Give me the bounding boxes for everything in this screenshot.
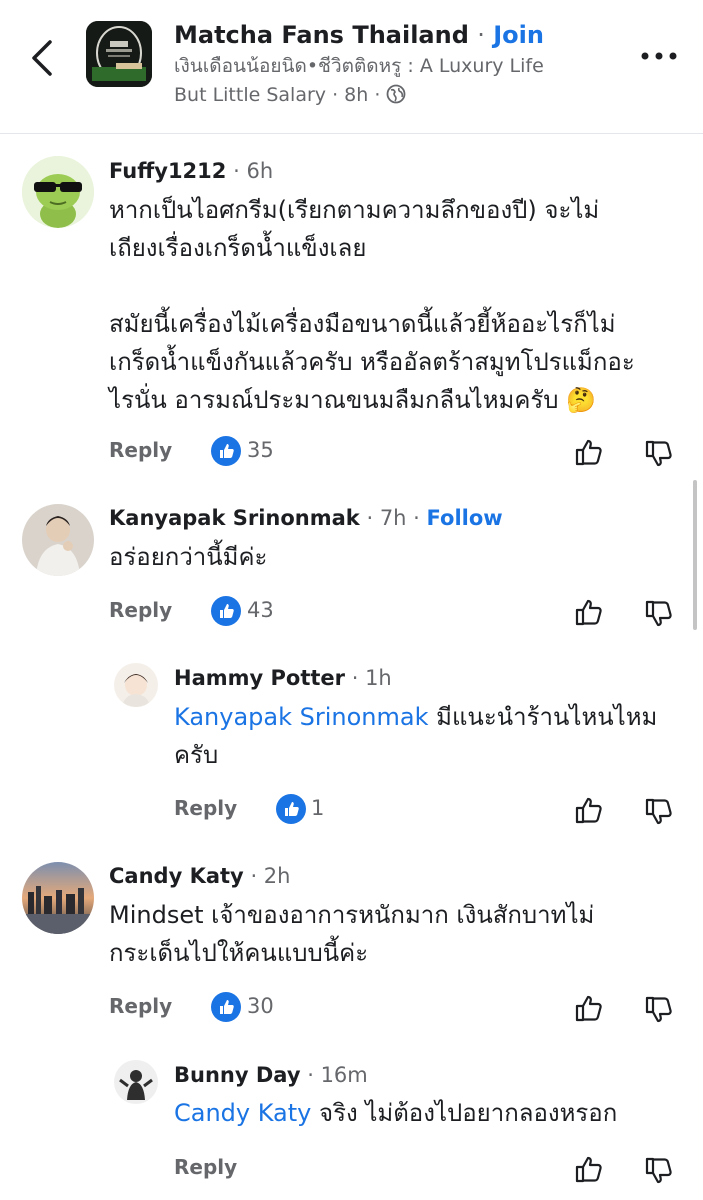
- group-title-line: Matcha Fans Thailand · Join: [174, 18, 614, 52]
- comment-line: เกร็ดน้ำแข็งกันแล้วครับ หรืออัลตร้าสมูทโ…: [109, 348, 635, 376]
- comment-text: Kanyapak Srinonmak มีแนะนำร้านไหนไหม ครั…: [174, 698, 657, 774]
- header-text: Matcha Fans Thailand · Join เงินเดือนน้อ…: [174, 18, 614, 110]
- comment-line: เถียงเรื่องเกร็ดน้ำแข็งเลย: [109, 234, 367, 262]
- comment-line-text: มีแนะนำร้านไหนไหม: [436, 703, 658, 731]
- avatar[interactable]: [114, 1060, 158, 1104]
- comment-author-line: Kanyapak Srinonmak · 7h · Follow: [109, 506, 503, 530]
- reply-button[interactable]: Reply: [174, 1155, 237, 1179]
- comment-text: อร่อยกว่านี้มีค่ะ: [109, 538, 267, 576]
- thumbs-up-icon[interactable]: [573, 992, 605, 1024]
- comment-author-line: Hammy Potter · 1h: [174, 666, 392, 690]
- comment-line: อร่อยกว่านี้มีค่ะ: [109, 543, 268, 571]
- avatar[interactable]: [22, 504, 94, 576]
- reply-button[interactable]: Reply: [109, 598, 172, 622]
- post-meta-line: But Little Salary · 8h ·: [174, 81, 614, 110]
- thumbs-up-icon[interactable]: [573, 596, 605, 628]
- avatar[interactable]: [114, 663, 158, 707]
- comment-time: 1h: [365, 666, 392, 690]
- comment-time: 2h: [263, 864, 291, 888]
- like-reaction-icon[interactable]: [211, 992, 241, 1022]
- join-button[interactable]: Join: [493, 21, 544, 49]
- comment-text: Candy Katy จริง ไม่ต้องไปอยากลองหรอก: [174, 1094, 617, 1132]
- chevron-left-icon[interactable]: [26, 38, 60, 78]
- comment-line: Kanyapak Srinonmak มีแนะนำร้านไหนไหม: [174, 698, 657, 736]
- like-reaction-icon[interactable]: [276, 794, 306, 824]
- comment-line: ไรนั่น อารมณ์ประมาณขนมลืมกลืนไหมครับ 🤔: [109, 381, 635, 419]
- comment-line: ครับ: [174, 741, 219, 769]
- thumbs-down-icon[interactable]: [643, 994, 675, 1026]
- mention-link[interactable]: Kanyapak Srinonmak: [174, 703, 428, 731]
- thumbs-up-icon[interactable]: [573, 436, 605, 468]
- follow-button[interactable]: Follow: [427, 506, 503, 530]
- post-author-name[interactable]: เงินเดือนน้อยนิด•ชีวิตติดหรู : A Luxury …: [174, 55, 544, 77]
- separator: ·: [332, 84, 339, 106]
- comment-time: 16m: [320, 1063, 368, 1087]
- like-reaction-icon[interactable]: [211, 436, 241, 466]
- avatar[interactable]: [22, 156, 94, 228]
- comment-line-text: ไรนั่น อารมณ์ประมาณขนมลืมกลืนไหมครับ: [109, 386, 559, 414]
- comment-author[interactable]: Fuffy1212: [109, 159, 226, 183]
- comment-line-text: จริง ไม่ต้องไปอยากลองหรอก: [319, 1099, 618, 1127]
- comment-actions: Reply 1: [0, 794, 703, 828]
- comment-time: 6h: [246, 159, 274, 183]
- comment-line: Candy Katy จริง ไม่ต้องไปอยากลองหรอก: [174, 1094, 617, 1132]
- comment-author[interactable]: Candy Katy: [109, 864, 244, 888]
- comment-author[interactable]: Kanyapak Srinonmak: [109, 506, 360, 530]
- thumbs-down-icon[interactable]: [643, 438, 675, 470]
- comment-author-line: Fuffy1212 · 6h: [109, 159, 274, 183]
- group-name[interactable]: Matcha Fans Thailand: [174, 21, 469, 49]
- comment-line: หากเป็นไอศกรีม(เรียกตามความลึกของปี) จะไ…: [109, 196, 600, 224]
- comment-author-line: Candy Katy · 2h: [109, 864, 291, 888]
- comment-author[interactable]: Bunny Day: [174, 1063, 301, 1087]
- more-horizontal-icon[interactable]: [639, 46, 679, 66]
- group-avatar[interactable]: [86, 21, 152, 87]
- comment-actions: Reply 43: [0, 596, 703, 630]
- separator: ·: [374, 84, 381, 106]
- reply-button[interactable]: Reply: [174, 796, 237, 820]
- post-author-line: เงินเดือนน้อยนิด•ชีวิตติดหรู : A Luxury …: [174, 52, 614, 81]
- comment-line: Mindset เจ้าของอาการหนักมาก เงินสักบาทไม…: [109, 901, 595, 929]
- globe-icon: [387, 84, 406, 104]
- post-header: Matcha Fans Thailand · Join เงินเดือนน้อ…: [0, 0, 703, 134]
- mention-link[interactable]: Candy Katy: [174, 1099, 311, 1127]
- like-reaction-icon[interactable]: [211, 596, 241, 626]
- comment-text: หากเป็นไอศกรีม(เรียกตามความลึกของปี) จะไ…: [109, 191, 635, 419]
- comment-text: Mindset เจ้าของอาการหนักมาก เงินสักบาทไม…: [109, 896, 594, 972]
- thumbs-up-icon[interactable]: [573, 794, 605, 826]
- like-count: 30: [247, 994, 274, 1018]
- separator: ·: [477, 21, 485, 49]
- post-author-name-cont[interactable]: But Little Salary: [174, 84, 326, 106]
- avatar[interactable]: [22, 862, 94, 934]
- comment-line: [109, 267, 635, 305]
- like-count: 1: [311, 796, 325, 820]
- thinking-emoji-icon: 🤔: [566, 386, 597, 414]
- comment-time: 7h: [379, 506, 407, 530]
- comment-line: สมัยนี้เครื่องไม้เครื่องมือขนาดนี้แล้วยี…: [109, 310, 616, 338]
- comment-author[interactable]: Hammy Potter: [174, 666, 345, 690]
- post-time: 8h: [344, 84, 369, 106]
- like-count: 43: [247, 598, 274, 622]
- comment-line: กระเด็นไปให้คนแบบนี้ค่ะ: [109, 939, 369, 967]
- scrollbar[interactable]: [693, 480, 697, 630]
- thumbs-down-icon[interactable]: [643, 796, 675, 828]
- comment-actions: Reply: [0, 1153, 703, 1187]
- thumbs-up-icon[interactable]: [573, 1153, 605, 1185]
- like-count: 35: [247, 438, 274, 462]
- comment-actions: Reply 35: [0, 436, 703, 470]
- thumbs-down-icon[interactable]: [643, 1155, 675, 1187]
- thumbs-down-icon[interactable]: [643, 598, 675, 630]
- reply-button[interactable]: Reply: [109, 994, 172, 1018]
- comment-author-line: Bunny Day · 16m: [174, 1063, 368, 1087]
- reply-button[interactable]: Reply: [109, 438, 172, 462]
- comment-actions: Reply 30: [0, 992, 703, 1026]
